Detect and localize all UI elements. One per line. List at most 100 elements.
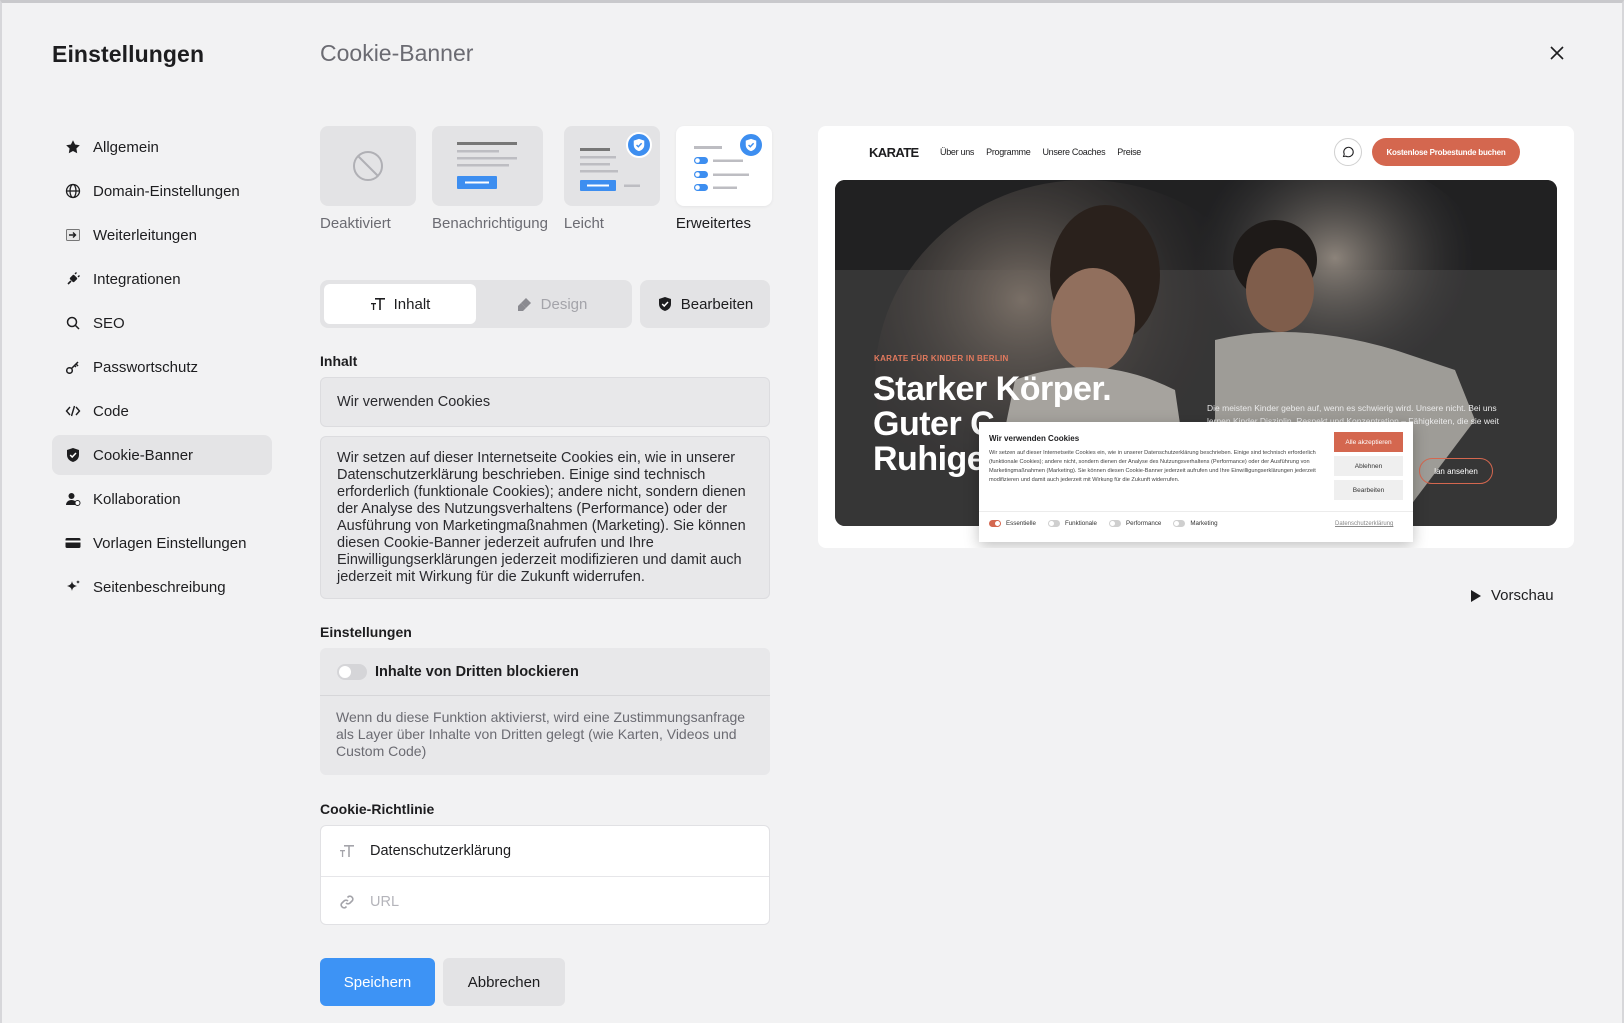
sidebar-item-weiterleitungen[interactable]: Weiterleitungen: [52, 215, 272, 255]
banner-type-deaktiviert[interactable]: Deaktiviert: [320, 126, 416, 232]
type-thumb: [320, 126, 416, 206]
sidebar-item-integrationen[interactable]: Integrationen: [52, 259, 272, 299]
settings-title: Einstellungen: [52, 41, 205, 67]
users-icon: [64, 490, 82, 508]
category-switch: [989, 520, 1001, 527]
whatsapp-icon: [1334, 138, 1362, 166]
type-thumb: [675, 126, 772, 206]
cookie-category: Funktionale: [1047, 520, 1097, 527]
search-icon: [64, 314, 82, 332]
sparkle-icon: [64, 578, 82, 596]
tab-inhalt[interactable]: Inhalt: [324, 284, 476, 324]
shield-check-icon: [64, 446, 82, 464]
category-switch: [1173, 520, 1186, 527]
policy-url-input[interactable]: [370, 893, 730, 910]
brush-icon: [517, 298, 531, 311]
sidebar-item-vorlagen[interactable]: Vorlagen Einstellungen: [52, 523, 272, 563]
tab-label: Inhalt: [393, 295, 431, 313]
type-thumb: [563, 126, 660, 206]
sidebar-item-cookie-banner[interactable]: Cookie-Banner: [52, 435, 272, 475]
tab-label: Design: [540, 295, 588, 313]
preview-site-logo: KARATE: [869, 145, 919, 160]
type-label: Deaktiviert: [320, 215, 391, 232]
code-icon: [64, 402, 82, 420]
type-thumb: [432, 126, 543, 206]
sidebar-item-seo[interactable]: SEO: [52, 303, 272, 343]
cookie-edit-button: Bearbeiten: [1334, 480, 1403, 500]
edit-button-label: Bearbeiten: [680, 295, 754, 313]
category-switch: [1108, 520, 1121, 527]
sidebar-item-passwortschutz[interactable]: Passwortschutz: [52, 347, 272, 387]
preview-nav-link: Preise: [1117, 147, 1142, 157]
sidebar-item-domain[interactable]: Domain-Einstellungen: [52, 171, 272, 211]
preview-nav-link: Über uns: [940, 147, 975, 157]
preview-button[interactable]: Vorschau: [1470, 587, 1554, 604]
category-switch: [1047, 520, 1060, 527]
cancel-button[interactable]: Abbrechen: [443, 958, 565, 1006]
content-design-tabs: Inhalt Design: [320, 280, 632, 328]
sidebar-item-label: SEO: [93, 314, 125, 332]
sidebar-item-kollaboration[interactable]: Kollaboration: [52, 479, 272, 519]
preview-cookie-banner: Wir verwenden Cookies Wir setzen auf die…: [979, 422, 1413, 542]
tab-design[interactable]: Design: [476, 284, 628, 324]
cookie-text: Wir setzen auf dieser Internetseite Cook…: [989, 450, 1316, 483]
text-icon: [370, 298, 385, 310]
banner-type-selector: Deaktiviert Benachrichtigung Leicht Erwe…: [320, 126, 772, 232]
toggle-label: Inhalte von Dritten blockieren: [375, 663, 579, 680]
save-button[interactable]: Speichern: [320, 958, 435, 1006]
category-label: Performance: [1125, 520, 1162, 527]
sidebar: Allgemein Domain-Einstellungen Weiterlei…: [52, 127, 272, 611]
sidebar-item-seitenbeschreibung[interactable]: Seitenbeschreibung: [52, 567, 272, 607]
banner-type-leicht[interactable]: Leicht: [563, 126, 660, 232]
redirect-icon: [64, 226, 82, 244]
cookie-category: Essentielle: [989, 520, 1036, 527]
policy-link-text-input[interactable]: [370, 843, 730, 859]
close-button[interactable]: [1545, 41, 1569, 65]
type-label: Leicht: [563, 215, 604, 232]
sidebar-item-label: Passwortschutz: [93, 358, 199, 376]
third-party-toggle-row: Inhalte von Dritten blockieren: [320, 648, 770, 696]
checked-badge-icon: [625, 132, 652, 158]
sidebar-item-label: Domain-Einstellungen: [93, 182, 240, 200]
type-label: Erweitertes: [675, 215, 751, 232]
plug-icon: [64, 270, 82, 288]
category-label: Essentielle: [1006, 520, 1036, 527]
toggle-description: Wenn du diese Funktion aktivierst, wird …: [336, 709, 746, 759]
preview-nav-link: Unsere Coaches: [1042, 147, 1106, 157]
banner-title-field[interactable]: Wir verwenden Cookies: [320, 377, 770, 427]
sidebar-item-label: Seitenbeschreibung: [93, 578, 226, 596]
sidebar-item-allgemein[interactable]: Allgemein: [52, 127, 272, 167]
star-icon: [64, 138, 82, 156]
globe-icon: [64, 182, 82, 200]
preview-eyebrow: KARATE FÜR KINDER IN BERLIN: [874, 354, 1009, 363]
edit-button[interactable]: Bearbeiten: [640, 280, 770, 328]
cookie-category: Marketing: [1173, 520, 1218, 527]
sidebar-item-label: Code: [93, 402, 129, 420]
sidebar-item-label: Vorlagen Einstellungen: [93, 534, 247, 552]
text-icon: [336, 844, 358, 858]
third-party-toggle[interactable]: [337, 663, 367, 680]
preview-nav-link: Programme: [986, 147, 1031, 157]
cookie-category: Performance: [1108, 520, 1162, 527]
settings-window: Einstellungen Allgemein Domain-Einstellu…: [0, 0, 1624, 1023]
banner-type-benachrichtigung[interactable]: Benachrichtigung: [432, 126, 548, 232]
sidebar-item-label: Allgemein: [93, 138, 159, 156]
cookie-categories: Essentielle Funktionale Performance Mark…: [989, 520, 1218, 527]
section-label-inhalt: Inhalt: [320, 353, 358, 369]
key-icon: [64, 358, 82, 376]
cookie-privacy-link: Datenschutzerklärung: [1335, 521, 1394, 527]
preview-pill-button: lan ansehen: [1419, 458, 1493, 484]
preview-cta-button: Kostenlose Probestunde buchen: [1372, 138, 1520, 166]
banner-type-erweitertes[interactable]: Erweitertes: [675, 126, 772, 232]
disabled-icon: [353, 151, 383, 181]
category-label: Funktionale: [1064, 520, 1097, 527]
banner-preview: KARATE Über uns Programme Unsere Coaches…: [818, 126, 1574, 548]
sidebar-item-label: Integrationen: [93, 270, 181, 288]
sidebar-item-code[interactable]: Code: [52, 391, 272, 431]
cookie-divider: [979, 511, 1413, 512]
banner-body-field[interactable]: Wir setzen auf dieser Internetseite Cook…: [320, 436, 770, 599]
policy-link-text-row: [321, 826, 769, 876]
section-label-cookie-richtlinie: Cookie-Richtlinie: [320, 801, 435, 817]
page-title: Cookie-Banner: [320, 40, 474, 66]
notification-layout-icon: [456, 142, 517, 189]
